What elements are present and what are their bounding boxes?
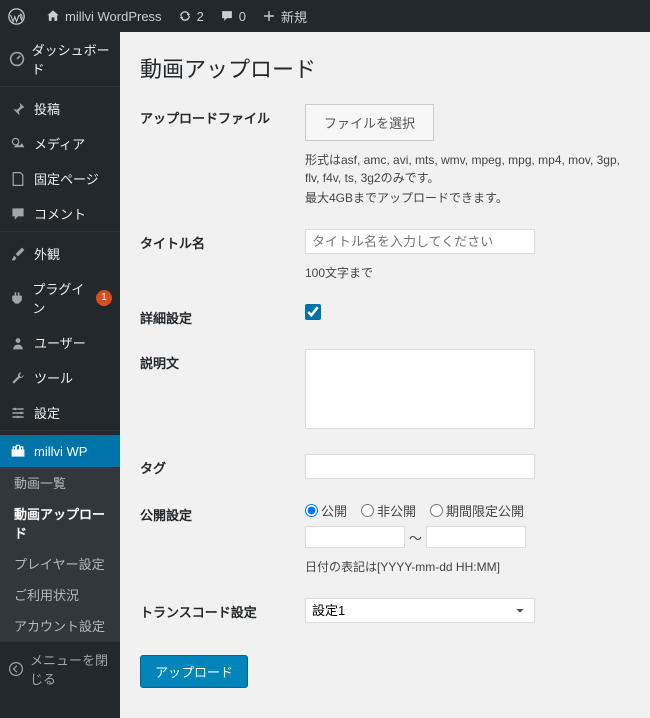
admin-topbar: millvi WordPress 2 0 新規 — [0, 0, 650, 32]
new-label: 新規 — [281, 7, 307, 26]
sidebar-item-label: ツール — [34, 368, 73, 387]
submenu-item-account[interactable]: アカウント設定 — [0, 610, 120, 641]
submenu-item-usage[interactable]: ご利用状況 — [0, 579, 120, 610]
detail-checkbox[interactable] — [305, 304, 321, 320]
updates-link[interactable]: 2 — [170, 0, 212, 32]
admin-sidebar: ダッシュボード 投稿 メディア 固定ページ コメント 外観 プラグイン 1 — [0, 0, 120, 718]
field-label: 説明文 — [140, 349, 305, 432]
field-label: タグ — [140, 454, 305, 479]
sidebar-item-label: 固定ページ — [34, 169, 99, 188]
transcode-select[interactable]: 設定1 — [305, 598, 535, 623]
sidebar-item-comments[interactable]: コメント — [0, 196, 120, 231]
description-textarea[interactable] — [305, 349, 535, 429]
comment-icon — [8, 206, 28, 222]
sidebar-item-media[interactable]: メディア — [0, 126, 120, 161]
collapse-menu[interactable]: メニューを閉じる — [0, 641, 120, 696]
sidebar-item-label: ダッシュボード — [32, 40, 112, 78]
update-count: 2 — [197, 9, 204, 24]
sidebar-item-plugins[interactable]: プラグイン 1 — [0, 271, 120, 325]
comment-icon — [220, 9, 234, 23]
update-badge: 1 — [96, 290, 112, 306]
brush-icon — [8, 246, 28, 262]
submenu: 動画一覧 動画アップロード プレイヤー設定 ご利用状況 アカウント設定 — [0, 467, 120, 641]
wrench-icon — [8, 370, 28, 386]
sidebar-item-label: プラグイン — [32, 279, 92, 317]
radio-limited-input[interactable] — [430, 504, 443, 517]
sidebar-item-label: コメント — [34, 204, 86, 223]
radio-private-input[interactable] — [361, 504, 374, 517]
sidebar-item-label: millvi WP — [34, 444, 87, 459]
sidebar-item-label: 外観 — [34, 244, 60, 263]
refresh-icon — [178, 9, 192, 23]
plus-icon — [262, 9, 276, 23]
sidebar-item-label: ユーザー — [34, 333, 86, 352]
submenu-item-upload[interactable]: 動画アップロード — [0, 498, 120, 548]
title-input[interactable] — [305, 229, 535, 254]
upload-hint-size: 最大4GBまでアップロードできます。 — [305, 189, 630, 207]
upload-button[interactable]: アップロード — [140, 655, 248, 688]
date-tilde: 〜 — [409, 528, 422, 547]
wordpress-icon — [8, 8, 25, 25]
site-name: millvi WordPress — [65, 9, 162, 24]
millvi-icon — [8, 443, 28, 459]
radio-limited[interactable]: 期間限定公開 — [430, 501, 524, 520]
new-content-link[interactable]: 新規 — [254, 0, 315, 32]
page-icon — [8, 171, 28, 187]
field-description: 説明文 — [140, 349, 630, 432]
field-upload-file: アップロードファイル ファイルを選択 形式はasf, amc, avi, mts… — [140, 104, 630, 207]
sidebar-item-dashboard[interactable]: ダッシュボード — [0, 32, 120, 86]
field-publish: 公開設定 公開 非公開 期間限定公開 〜 日付の表記は[YYYY-mm-dd H… — [140, 501, 630, 576]
radio-public-input[interactable] — [305, 504, 318, 517]
choose-file-button[interactable]: ファイルを選択 — [305, 104, 434, 141]
sidebar-item-settings[interactable]: 設定 — [0, 395, 120, 430]
sidebar-item-label: メディア — [34, 134, 85, 153]
page-title: 動画アップロード — [140, 52, 630, 84]
date-hint: 日付の表記は[YYYY-mm-dd HH:MM] — [305, 558, 630, 576]
sidebar-item-users[interactable]: ユーザー — [0, 325, 120, 360]
field-label: アップロードファイル — [140, 104, 305, 207]
sliders-icon — [8, 405, 28, 421]
field-label: トランスコード設定 — [140, 598, 305, 623]
radio-private[interactable]: 非公開 — [361, 501, 416, 520]
field-label: 詳細設定 — [140, 304, 305, 327]
field-label: 公開設定 — [140, 501, 305, 576]
field-label: タイトル名 — [140, 229, 305, 282]
collapse-label: メニューを閉じる — [30, 650, 112, 688]
sidebar-item-label: 設定 — [34, 403, 60, 422]
sidebar-item-millvi[interactable]: millvi WP — [0, 435, 120, 467]
comment-count: 0 — [239, 9, 246, 24]
site-name-link[interactable]: millvi WordPress — [38, 0, 170, 32]
field-title: タイトル名 100文字まで — [140, 229, 630, 282]
comments-link[interactable]: 0 — [212, 0, 254, 32]
dashboard-icon — [8, 51, 26, 67]
media-icon — [8, 136, 28, 152]
plugin-icon — [8, 290, 26, 306]
field-detail: 詳細設定 — [140, 304, 630, 327]
sidebar-item-tools[interactable]: ツール — [0, 360, 120, 395]
wp-logo[interactable] — [0, 0, 38, 32]
pin-icon — [8, 101, 28, 117]
submenu-item-player[interactable]: プレイヤー設定 — [0, 548, 120, 579]
sidebar-item-posts[interactable]: 投稿 — [0, 91, 120, 126]
sidebar-item-label: 投稿 — [34, 99, 60, 118]
date-to-input[interactable] — [426, 526, 526, 548]
sidebar-item-appearance[interactable]: 外観 — [0, 236, 120, 271]
radio-public[interactable]: 公開 — [305, 501, 347, 520]
upload-hint-formats: 形式はasf, amc, avi, mts, wmv, mpeg, mpg, m… — [305, 151, 630, 187]
tag-input[interactable] — [305, 454, 535, 479]
user-icon — [8, 335, 28, 351]
title-hint: 100文字まで — [305, 264, 630, 282]
home-icon — [46, 9, 60, 23]
sidebar-item-pages[interactable]: 固定ページ — [0, 161, 120, 196]
field-transcode: トランスコード設定 設定1 — [140, 598, 630, 623]
submenu-item-list[interactable]: 動画一覧 — [0, 467, 120, 498]
date-from-input[interactable] — [305, 526, 405, 548]
main-content: 動画アップロード アップロードファイル ファイルを選択 形式はasf, amc,… — [120, 0, 650, 718]
field-tag: タグ — [140, 454, 630, 479]
collapse-icon — [8, 661, 24, 677]
